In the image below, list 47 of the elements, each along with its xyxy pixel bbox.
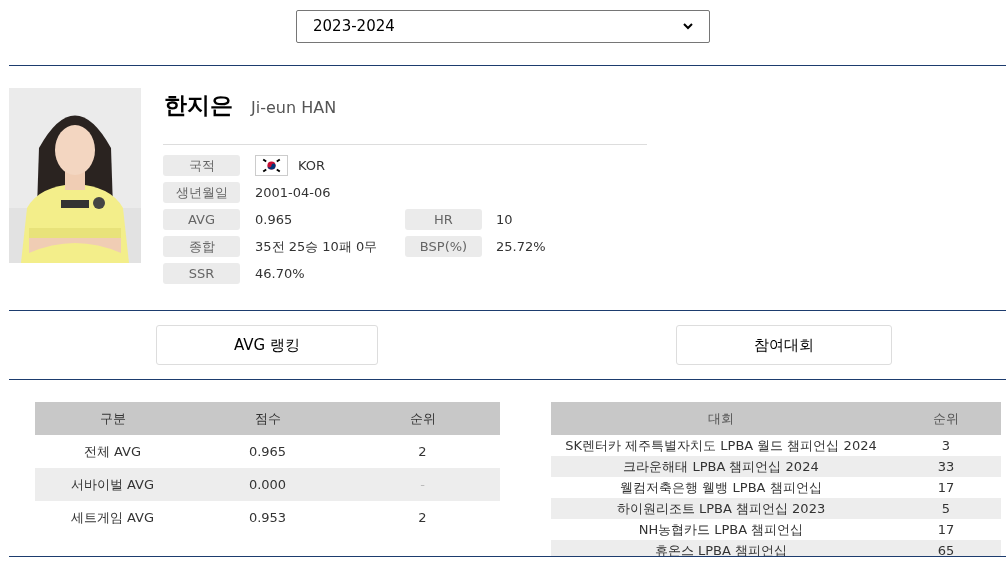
info-label: AVG <box>163 209 240 230</box>
info-value: KOR <box>298 156 326 175</box>
info-label: 종합 <box>163 236 240 257</box>
table-cell-text: 33 <box>937 457 955 476</box>
column-header: 순위 <box>409 409 436 428</box>
table-cell-text: - <box>420 475 425 494</box>
table-cell-text: 65 <box>937 541 955 556</box>
info-value: 46.70% <box>255 264 305 283</box>
info-label: SSR <box>163 263 240 284</box>
table-cell-text: 웰컴저축은행 웰뱅 LPBA 챔피언십 <box>620 478 822 497</box>
table-cell-text: 0.965 <box>248 442 287 461</box>
table-cell-text: 17 <box>937 520 955 539</box>
table-cell-text: 3 <box>941 436 951 455</box>
table-cell-text: 2 <box>418 508 427 527</box>
table-cell-text: 휴온스 LPBA 챔피언십 <box>654 541 788 556</box>
column-header: 구분 <box>99 409 126 428</box>
table-cell-text: 2 <box>418 442 427 461</box>
table-cell-text: 0.000 <box>248 475 287 494</box>
table-cell-text: 크라운해태 LPBA 챔피언십 2024 <box>623 457 819 476</box>
section-button[interactable]: AVG 랭킹 <box>156 325 378 365</box>
info-label: HR <box>405 209 482 230</box>
table-cell-text: 0.953 <box>248 508 287 527</box>
info-value: 0.965 <box>255 210 293 229</box>
table-cell-text: SK렌터카 제주특별자치도 LPBA 월드 챔피언십 2024 <box>565 436 877 455</box>
table-cell-text: 서바이벌 AVG <box>70 475 155 494</box>
table-cell-text: 5 <box>941 499 951 518</box>
info-value: 25.72% <box>495 237 546 256</box>
player-name-english: Ji-eun HAN <box>251 97 337 119</box>
player-name-korean: 한지은 <box>164 91 233 120</box>
season-select[interactable]: 2023-2024 <box>296 10 710 43</box>
info-label: 국적 <box>163 155 240 176</box>
table-cell-text: NH농협카드 LPBA 챔피언십 <box>638 520 804 539</box>
info-value: 35전 25승 10패 0무 <box>255 237 378 256</box>
info-label: BSP(%) <box>405 236 482 257</box>
flag-icon <box>255 155 288 176</box>
chevron-down-icon <box>683 23 693 30</box>
table-cell-text: 세트게임 AVG <box>70 508 155 527</box>
info-label: 생년월일 <box>163 182 240 203</box>
info-value: 10 <box>495 210 513 229</box>
column-header: 순위 <box>933 409 959 428</box>
info-value: 2001-04-06 <box>255 183 331 202</box>
table-cell-text: 17 <box>937 478 955 497</box>
column-header: 점수 <box>254 409 281 428</box>
table-cell-text: 전체 AVG <box>83 442 142 461</box>
table-cell-text: 하이원리조트 LPBA 챔피언십 2023 <box>616 499 826 518</box>
section-button[interactable]: 참여대회 <box>676 325 892 365</box>
column-header: 대회 <box>708 409 734 428</box>
